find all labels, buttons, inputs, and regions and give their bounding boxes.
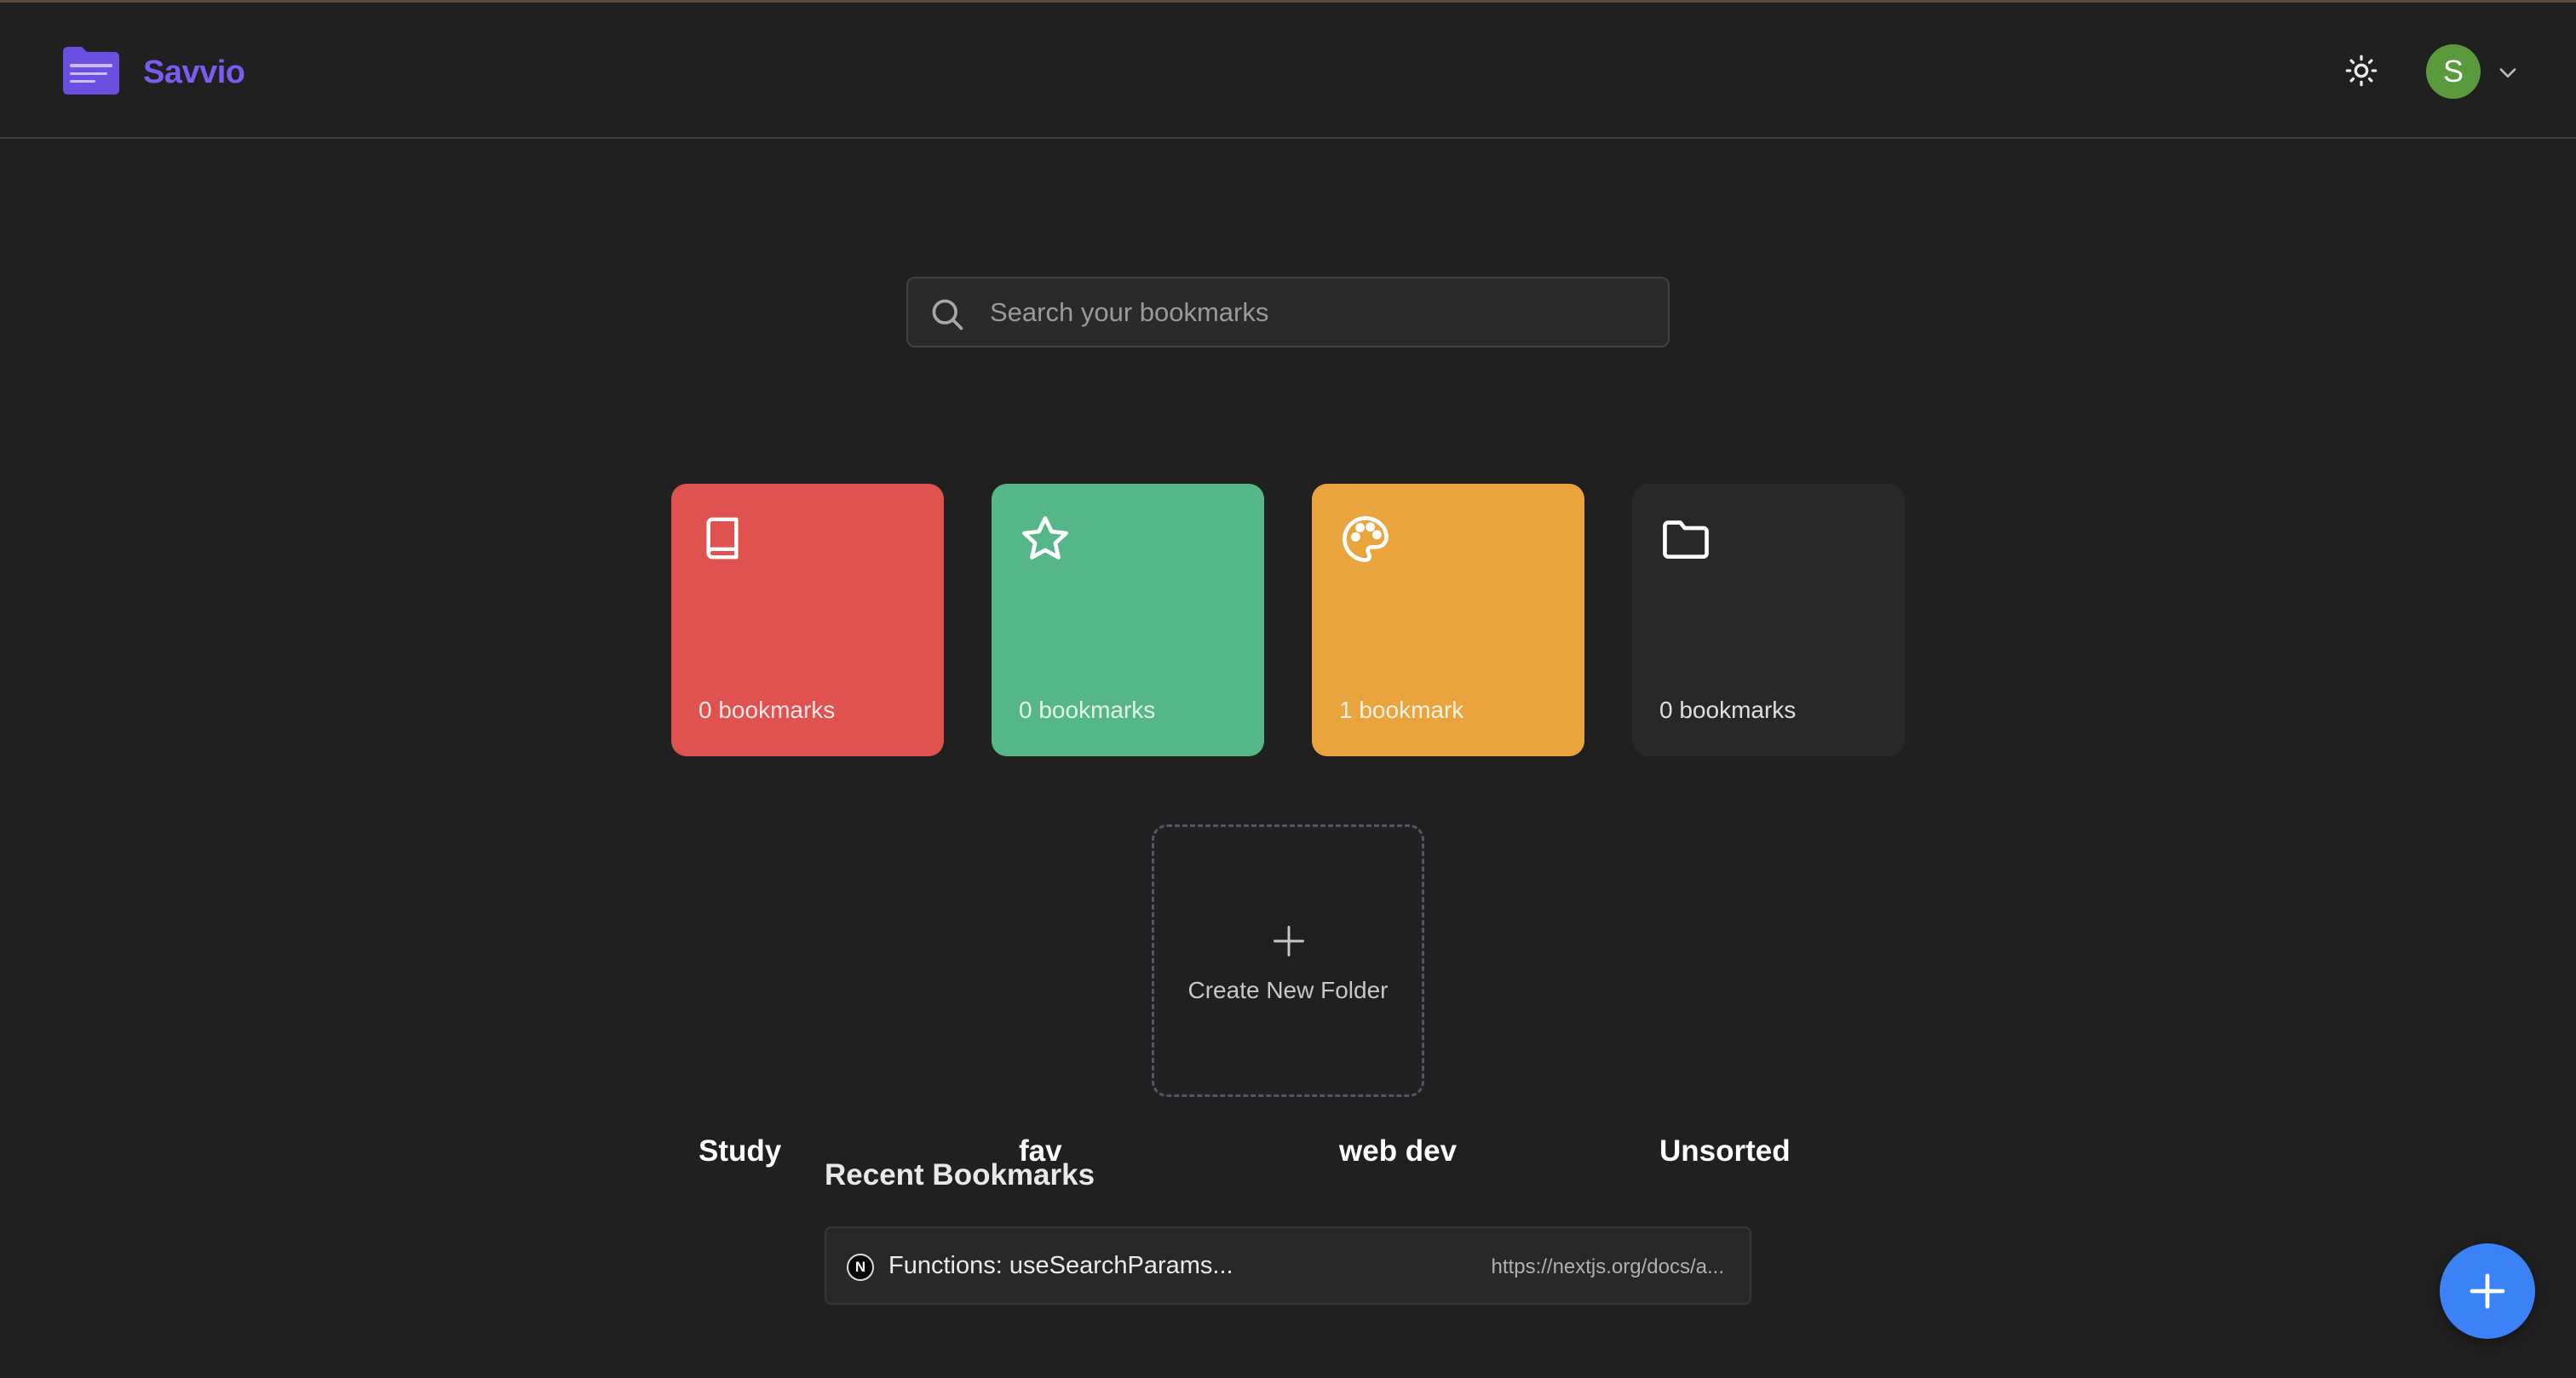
folder-icon <box>1663 520 1709 559</box>
folder-card-study[interactable]: Study 0 bookmarks <box>671 484 944 1168</box>
folder-count: 1 bookmark <box>1339 697 1464 723</box>
sun-icon <box>2345 55 2378 87</box>
book-icon <box>706 517 739 560</box>
chevron-down-icon[interactable] <box>2496 60 2520 84</box>
recent-bookmarks-title: Recent Bookmarks <box>825 1158 1095 1191</box>
folder-name: web dev <box>1339 1134 1458 1168</box>
add-bookmark-button[interactable] <box>2440 1243 2535 1339</box>
folder-card-web-dev[interactable]: web dev 1 bookmark <box>1312 484 1584 1168</box>
folder-card-fav[interactable]: fav 0 bookmarks <box>992 484 1264 1168</box>
plus-icon <box>2470 1273 2505 1309</box>
palette-icon <box>1343 516 1389 562</box>
plus-icon <box>1274 926 1304 956</box>
folder-count: 0 bookmarks <box>1019 697 1156 723</box>
bookmark-url: https://nextjs.org/docs/a... <box>1491 1255 1724 1278</box>
folder-count: 0 bookmarks <box>1659 697 1797 723</box>
app-logo[interactable]: Savvio <box>60 45 245 100</box>
folder-logo-icon <box>60 45 121 100</box>
search-input[interactable] <box>990 278 1654 346</box>
search-bar <box>906 277 1670 347</box>
folder-name: Study <box>699 1134 782 1168</box>
app-name: Savvio <box>143 55 245 90</box>
theme-toggle-button[interactable] <box>2337 47 2385 95</box>
folder-name: Unsorted <box>1659 1134 1791 1168</box>
bookmark-title: Functions: useSearchParams... <box>888 1252 1233 1279</box>
folder-count: 0 bookmarks <box>699 697 836 723</box>
search-icon <box>932 299 963 330</box>
create-folder-button[interactable]: Create New Folder <box>1152 824 1424 1097</box>
star-icon <box>1022 516 1068 560</box>
app-header: Savvio S <box>0 3 2576 139</box>
folder-card-unsorted[interactable]: Unsorted 0 bookmarks <box>1632 484 1905 1168</box>
create-folder-label: Create New Folder <box>1187 977 1389 1003</box>
user-avatar[interactable]: S <box>2426 44 2481 99</box>
bookmark-row[interactable]: N Functions: useSearchParams... https://… <box>825 1226 1751 1305</box>
nextjs-favicon-icon: N <box>847 1254 874 1281</box>
